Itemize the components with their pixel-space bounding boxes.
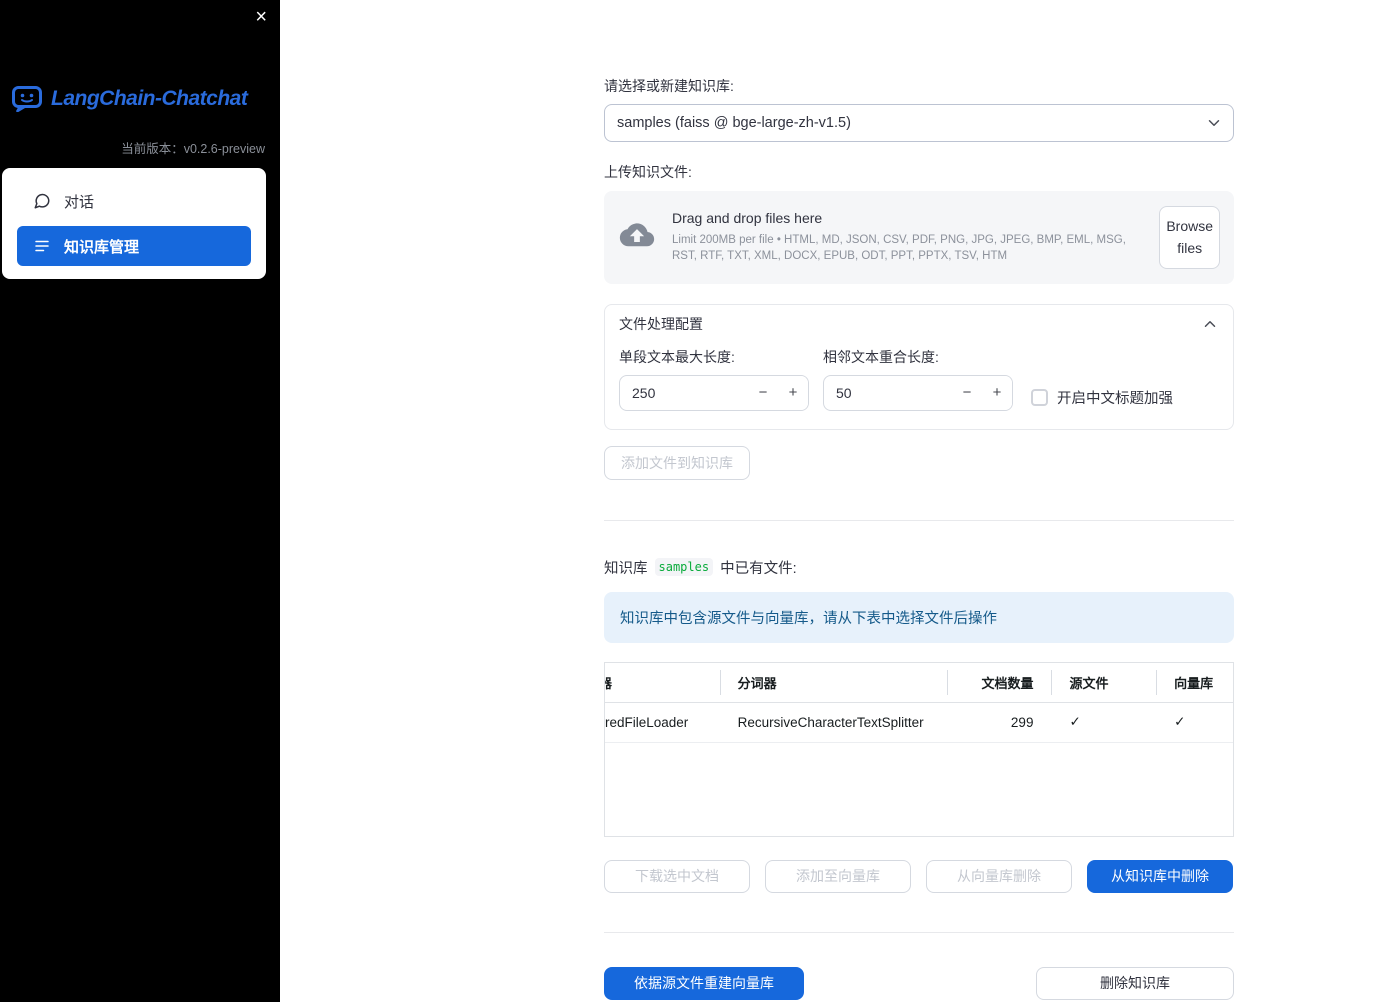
dropzone-text: Drag and drop files here Limit 200MB per… <box>672 210 1143 264</box>
app-logo: LangChain-Chatchat <box>12 86 248 112</box>
expander-title: 文件处理配置 <box>619 315 703 332</box>
decrement-button[interactable]: − <box>952 375 982 410</box>
add-to-vectorstore-button[interactable]: 添加至向量库 <box>765 859 911 893</box>
delete-from-vectorstore-button[interactable]: 从向量库删除 <box>926 859 1072 893</box>
kb-files-table: 器 分词器 文档数量 源文件 向量库 redFileLoader Recursi… <box>604 661 1234 837</box>
sidebar-menu: 对话 知识库管理 <box>2 168 266 279</box>
divider <box>604 519 1234 521</box>
content-column: 请选择或新建知识库: samples (faiss @ bge-large-zh… <box>604 0 1234 1000</box>
dropzone-title: Drag and drop files here <box>672 210 823 227</box>
cell-docs-count: 299 <box>1010 714 1034 730</box>
chevron-up-icon <box>1201 315 1219 333</box>
table-header-source-file: 源文件 <box>1051 663 1156 702</box>
kb-select[interactable]: samples (faiss @ bge-large-zh-v1.5) <box>604 104 1234 142</box>
chunk-size-input[interactable]: 250 − + <box>619 374 809 411</box>
version-text: 当前版本：v0.2.6-preview <box>121 142 265 156</box>
file-config-expander: 文件处理配置 单段文本最大长度: 250 − + 相邻文本重合长度: 50 − … <box>604 303 1234 430</box>
action-buttons-row: 下载选中文档 添加至向量库 从向量库删除 从知识库中删除 <box>604 859 1234 893</box>
sidebar-item-dialogue[interactable]: 对话 <box>17 181 251 221</box>
add-files-button[interactable]: 添加文件到知识库 <box>604 445 750 480</box>
cell-loader: redFileLoader <box>605 714 689 730</box>
menu-item-label: 对话 <box>64 193 95 211</box>
download-selected-button[interactable]: 下载选中文档 <box>604 859 750 893</box>
chunk-size-value: 250 <box>632 384 656 401</box>
cell-splitter: RecursiveCharacterTextSplitter <box>737 714 924 730</box>
kb-name-code: samples <box>654 558 714 577</box>
bottom-buttons-row: 依据源文件重建向量库 删除知识库 <box>604 966 1234 1000</box>
table-header-vector-store: 向量库 <box>1156 663 1233 702</box>
info-alert-text: 知识库中包含源文件与向量库，请从下表中选择文件后操作 <box>620 610 997 627</box>
sidebar-item-kb-management[interactable]: 知识库管理 <box>17 226 251 266</box>
expander-body: 单段文本最大长度: 250 − + 相邻文本重合长度: 50 − + 开启中文标… <box>605 343 1233 429</box>
zh-title-enhance-checkbox[interactable] <box>1031 388 1048 406</box>
expander-header[interactable]: 文件处理配置 <box>605 305 1233 343</box>
browse-files-button[interactable]: Browse files <box>1159 206 1220 269</box>
chunk-size-label: 单段文本最大长度: <box>619 348 735 365</box>
upload-label: 上传知识文件: <box>604 164 692 180</box>
file-uploader-dropzone[interactable]: Drag and drop files here Limit 200MB per… <box>604 191 1234 284</box>
sidebar-close-icon[interactable]: × <box>255 5 267 29</box>
kb-select-label: 请选择或新建知识库: <box>604 78 734 94</box>
chat-bubble-icon <box>33 192 51 210</box>
delete-kb-button[interactable]: 删除知识库 <box>1036 966 1234 1000</box>
increment-button[interactable]: + <box>982 375 1012 410</box>
chunk-overlap-input[interactable]: 50 − + <box>823 374 1013 411</box>
increment-button[interactable]: + <box>778 375 808 410</box>
sidebar: × LangChain-Chatchat 当前版本：v0.2.6-preview… <box>0 0 280 1002</box>
kb-list-icon <box>33 237 51 255</box>
table-header-docs-count: 文档数量 <box>946 663 1052 702</box>
kb-files-prefix: 知识库 <box>604 560 648 577</box>
decrement-button[interactable]: − <box>748 375 778 410</box>
chunk-size-field: 单段文本最大长度: 250 − + <box>619 347 809 411</box>
logo-text: LangChain-Chatchat <box>51 87 248 110</box>
chunk-overlap-value: 50 <box>836 384 852 401</box>
main-content: 请选择或新建知识库: samples (faiss @ bge-large-zh… <box>280 0 1380 1000</box>
chevron-down-icon <box>1205 114 1223 132</box>
table-row[interactable]: redFileLoader RecursiveCharacterTextSpli… <box>605 703 1233 743</box>
chunk-overlap-label: 相邻文本重合长度: <box>823 348 939 365</box>
table-header-row: 器 分词器 文档数量 源文件 向量库 <box>605 663 1233 703</box>
menu-item-label: 知识库管理 <box>64 238 140 256</box>
kb-files-heading: 知识库 samples 中已有文件: <box>604 557 1234 578</box>
logo-chat-icon <box>12 86 42 112</box>
zh-title-enhance-row[interactable]: 开启中文标题加强 <box>1031 384 1173 411</box>
delete-from-kb-button[interactable]: 从知识库中删除 <box>1087 859 1233 893</box>
info-alert: 知识库中包含源文件与向量库，请从下表中选择文件后操作 <box>604 591 1234 643</box>
rebuild-vectorstore-button[interactable]: 依据源文件重建向量库 <box>604 966 804 1000</box>
kb-select-value: samples (faiss @ bge-large-zh-v1.5) <box>617 115 851 131</box>
chunk-overlap-field: 相邻文本重合长度: 50 − + <box>823 347 1013 411</box>
dropzone-hint: Limit 200MB per file • HTML, MD, JSON, C… <box>672 234 1126 263</box>
table-header-loader: 器 <box>605 663 720 702</box>
zh-title-enhance-label: 开启中文标题加强 <box>1057 390 1173 407</box>
table-header-splitter: 分词器 <box>719 663 947 702</box>
cell-vector-store-check: ✓ <box>1174 714 1186 730</box>
upload-cloud-icon <box>618 222 656 252</box>
cell-source-file-check: ✓ <box>1069 714 1081 730</box>
divider <box>604 931 1234 933</box>
kb-files-suffix: 中已有文件: <box>720 560 797 577</box>
